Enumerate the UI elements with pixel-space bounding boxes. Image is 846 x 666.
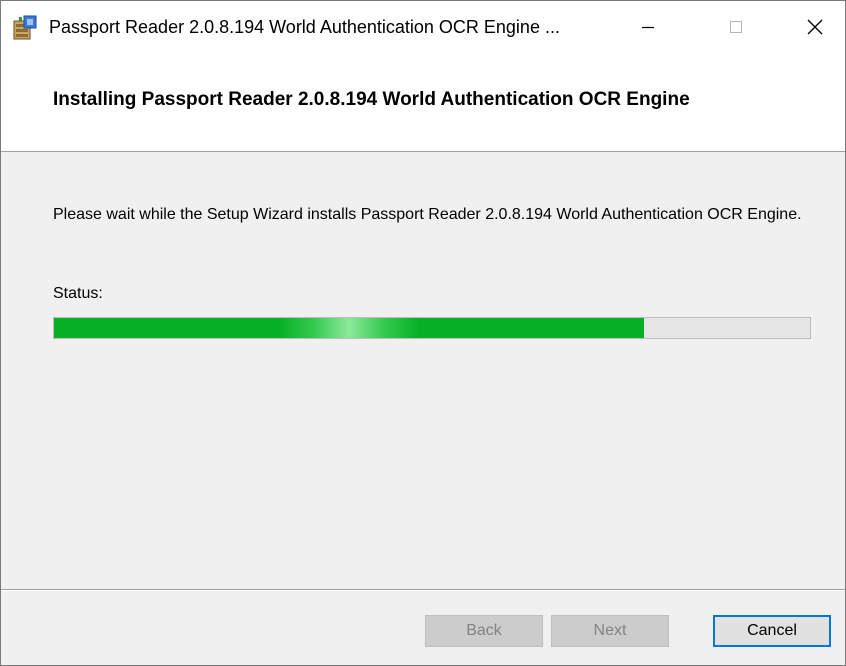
install-description: Please wait while the Setup Wizard insta… — [53, 206, 802, 223]
window-title: Passport Reader 2.0.8.194 World Authenti… — [49, 17, 560, 37]
maximize-icon — [729, 20, 743, 39]
progress-fill — [54, 318, 644, 338]
install-progress-bar — [53, 317, 811, 339]
cancel-button[interactable]: Cancel — [713, 615, 831, 647]
minimize-icon — [641, 20, 655, 39]
setup-wizard-window: Passport Reader 2.0.8.194 World Authenti… — [0, 0, 846, 666]
footer-divider — [1, 589, 845, 591]
status-label: Status: — [53, 285, 103, 302]
back-button[interactable]: Back — [425, 615, 543, 647]
close-button[interactable] — [785, 1, 845, 57]
minimize-button[interactable] — [618, 1, 678, 57]
maximize-button[interactable] — [706, 1, 766, 57]
next-button[interactable]: Next — [551, 615, 669, 647]
close-icon — [807, 19, 823, 40]
page-title: Installing Passport Reader 2.0.8.194 Wor… — [53, 89, 690, 110]
wizard-header-banner: Installing Passport Reader 2.0.8.194 Wor… — [1, 57, 845, 152]
installer-package-icon — [13, 15, 37, 41]
title-bar[interactable]: Passport Reader 2.0.8.194 World Authenti… — [1, 1, 845, 57]
